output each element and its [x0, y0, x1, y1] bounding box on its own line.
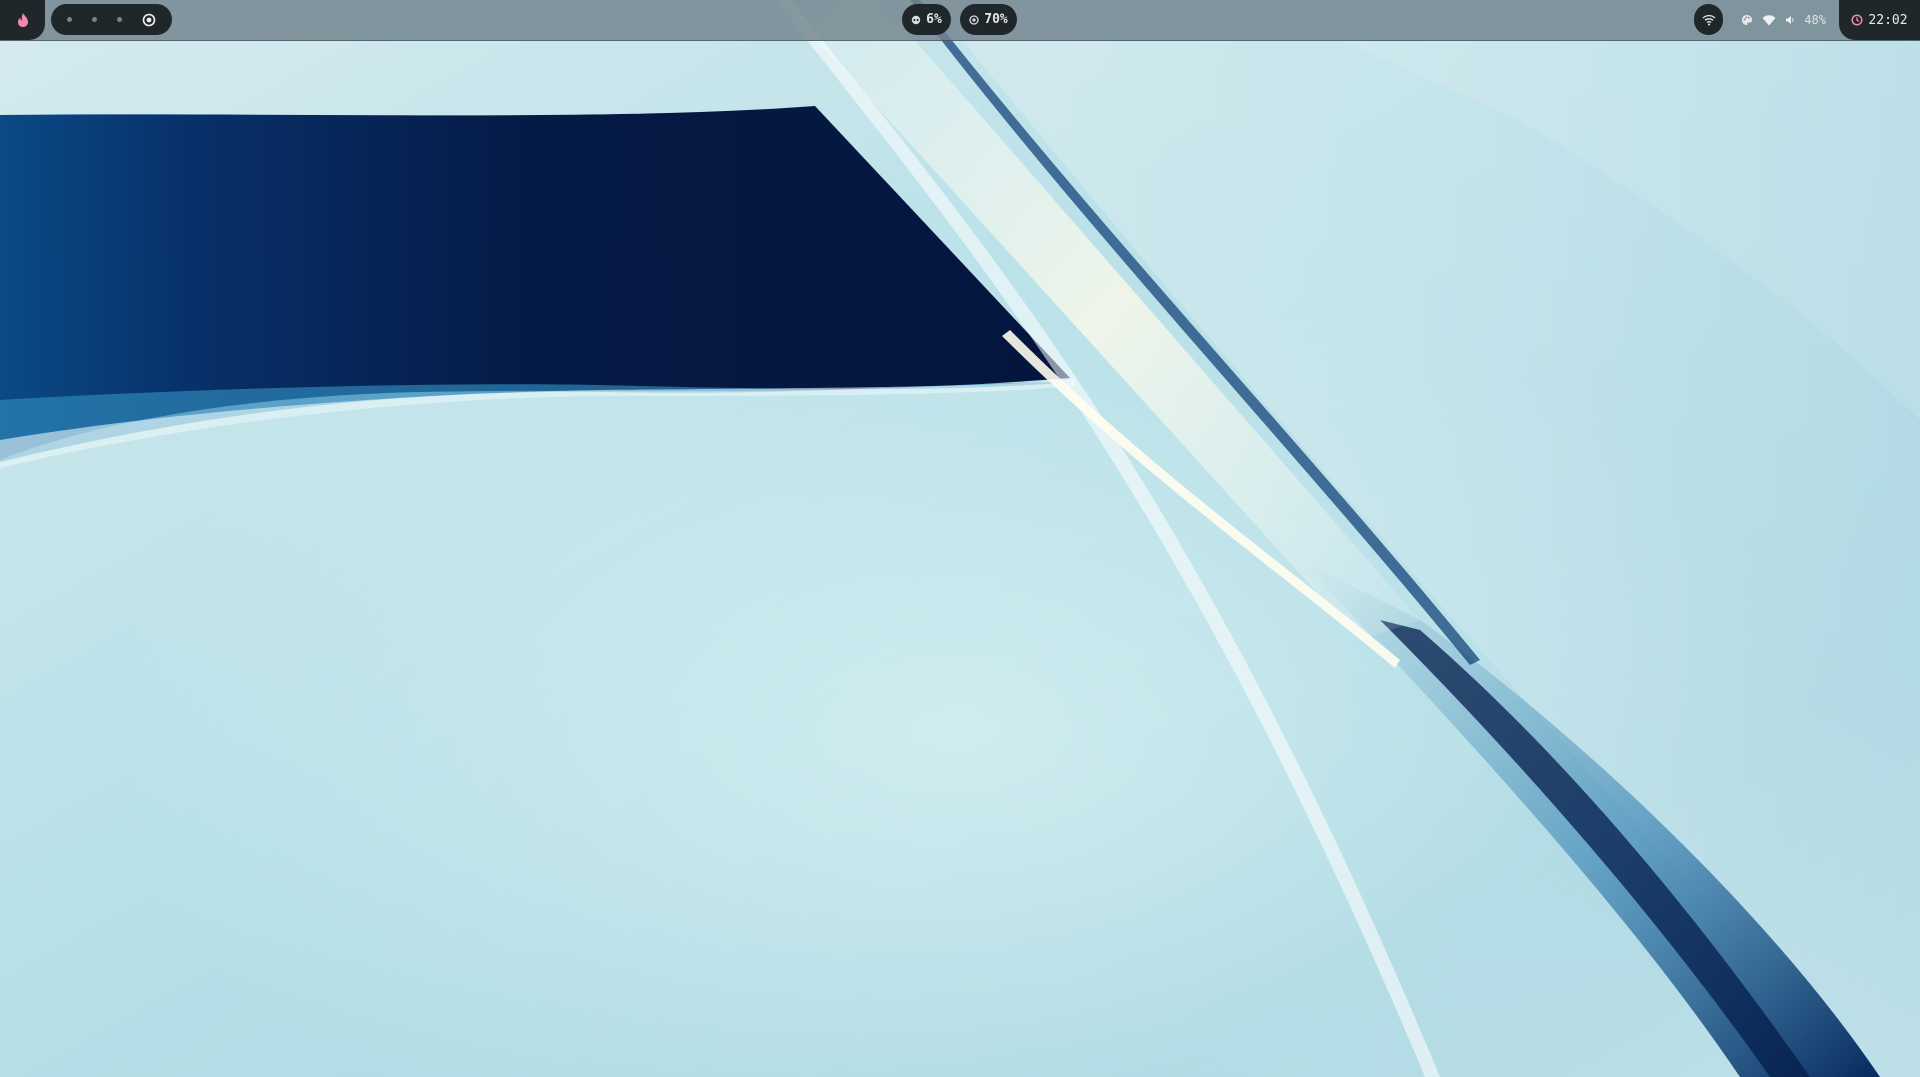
clock-icon	[1851, 14, 1863, 26]
wifi-signal-icon[interactable]	[1762, 14, 1776, 26]
clock-widget[interactable]: 22:02	[1839, 0, 1920, 40]
cpu-value: 6%	[926, 12, 942, 27]
launcher-button[interactable]	[0, 0, 45, 40]
memory-icon	[969, 14, 979, 25]
top-bar: 6% 70% 48% 22:02	[0, 0, 1920, 41]
workspace-4-active[interactable]	[142, 13, 156, 27]
memory-usage[interactable]: 70%	[960, 4, 1017, 35]
workspace-1[interactable]	[67, 17, 72, 22]
desktop-wallpaper	[0, 0, 1920, 1077]
volume-icon[interactable]	[1785, 15, 1795, 25]
workspace-switcher	[51, 4, 172, 35]
flame-icon	[16, 12, 30, 28]
cpu-usage[interactable]: 6%	[902, 4, 951, 35]
palette-icon[interactable]	[1741, 14, 1753, 26]
clock-time: 22:02	[1868, 12, 1908, 28]
memory-value: 70%	[984, 12, 1008, 27]
system-tray: 48%	[1741, 0, 1826, 40]
wifi-icon	[1702, 14, 1716, 26]
cpu-icon	[911, 15, 921, 25]
workspace-3[interactable]	[117, 17, 122, 22]
network-button[interactable]	[1694, 4, 1723, 35]
volume-value: 48%	[1804, 13, 1826, 27]
workspace-2[interactable]	[92, 17, 97, 22]
